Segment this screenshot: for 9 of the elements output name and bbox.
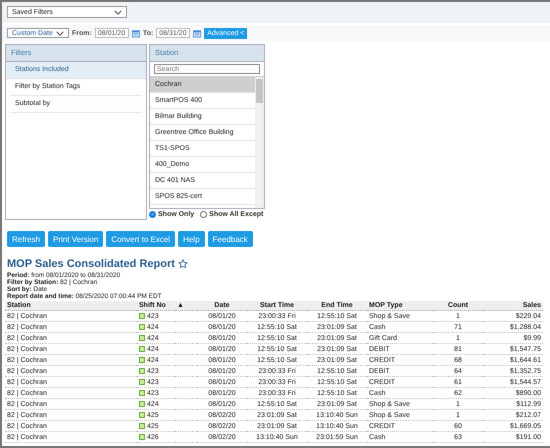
calendar-icon[interactable] — [132, 28, 140, 38]
calendar-icon[interactable] — [193, 28, 202, 38]
report-title: MOP Sales Consolidated Report — [7, 258, 175, 270]
star-icon[interactable] — [178, 259, 188, 269]
radio-button[interactable] — [200, 211, 208, 218]
scrollbar[interactable] — [255, 77, 264, 208]
caret-icon — [114, 10, 122, 14]
caret-icon — [56, 30, 64, 36]
radio-button[interactable] — [149, 211, 156, 218]
